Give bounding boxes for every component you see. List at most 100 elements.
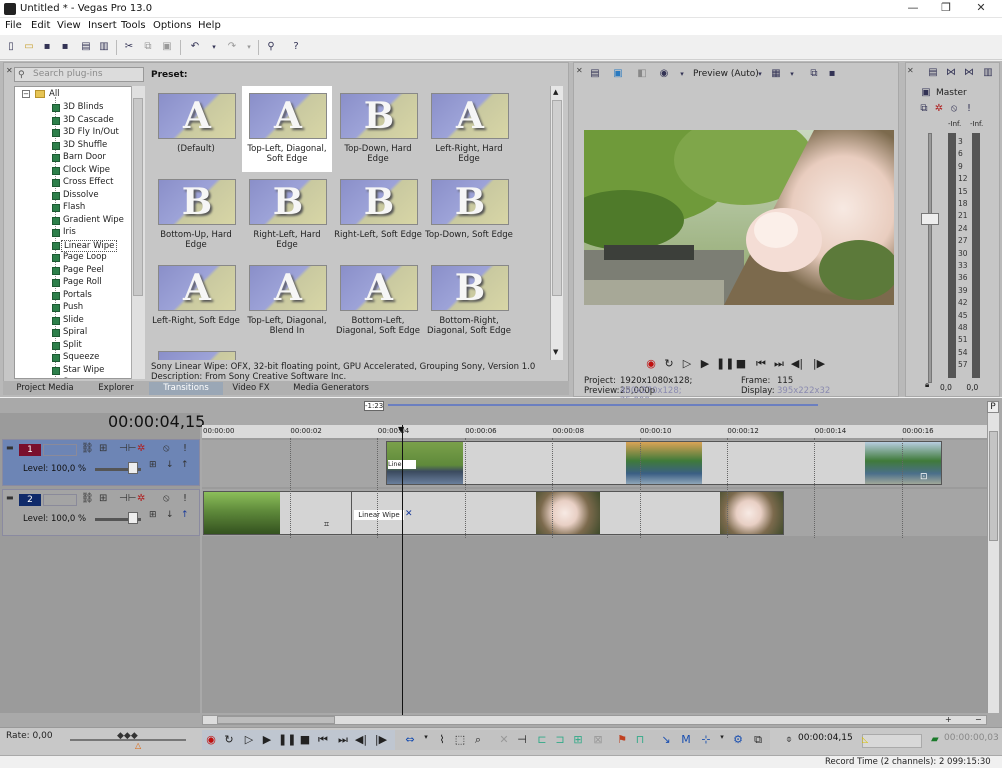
menu-options[interactable]: Options xyxy=(153,20,192,31)
tree-item[interactable]: Slide xyxy=(63,315,84,325)
lock-icon[interactable]: ⊠ xyxy=(591,733,605,746)
compositing-mode-icon[interactable]: ⊞ xyxy=(149,460,157,470)
collapse-track-icon[interactable]: ▬ xyxy=(6,443,14,452)
preset-tile[interactable]: A Top-Left, Diagonal, Soft Edge xyxy=(242,86,332,172)
parent-up-icon[interactable]: ↑ xyxy=(181,510,189,520)
quality-dropdown-icon[interactable]: ▾ xyxy=(675,67,689,81)
playhead-cursor[interactable] xyxy=(402,425,403,715)
undo-icon[interactable]: ↶ xyxy=(188,40,202,54)
track-name-field[interactable] xyxy=(43,494,77,506)
tree-item[interactable]: Flash xyxy=(63,202,85,212)
go-to-start-icon[interactable]: ⏮ xyxy=(316,733,330,747)
mute-icon[interactable]: ⦸ xyxy=(163,493,170,504)
preset-tile[interactable]: A Left-Right, Hard Edge xyxy=(424,86,514,172)
transition-label[interactable]: Linear Wipe xyxy=(354,510,404,520)
ripple-dropdown-icon[interactable]: ▾ xyxy=(715,733,729,741)
level-slider-knob[interactable] xyxy=(128,462,138,474)
zoom-out-icon[interactable]: − xyxy=(975,715,982,724)
undo-dropdown-icon[interactable]: ▾ xyxy=(207,40,221,54)
copy-icon[interactable]: ⧉ xyxy=(141,40,155,54)
ignore-grouping-icon[interactable]: ⧉ xyxy=(751,733,765,747)
tree-item[interactable]: Barn Door xyxy=(63,152,106,162)
overlays-dropdown-icon[interactable]: ▾ xyxy=(785,67,799,81)
play-icon[interactable]: ▶ xyxy=(698,357,712,370)
go-to-end-icon[interactable]: ⏭ xyxy=(772,357,786,371)
play-icon[interactable]: ▶ xyxy=(260,733,274,746)
tree-item[interactable]: Iris xyxy=(63,227,76,237)
play-from-start-icon[interactable]: ▷ xyxy=(242,733,256,746)
dim-output-icon[interactable]: ⋈ xyxy=(962,66,976,80)
previous-frame-icon[interactable]: ◀| xyxy=(790,357,804,370)
preset-tile[interactable]: B Top-Down, Soft Edge xyxy=(424,172,514,258)
solo-icon[interactable]: ! xyxy=(183,493,187,504)
normal-edit-tool-icon[interactable]: ⇔ xyxy=(403,733,417,746)
tab-media-generators[interactable]: Media Generators xyxy=(279,382,383,395)
track-fx-icon[interactable]: ✲ xyxy=(137,493,145,504)
master-solo-icon[interactable]: ! xyxy=(962,102,976,116)
preset-scroll-thumb[interactable] xyxy=(552,100,562,296)
envelope-tool-icon[interactable]: ⌇ xyxy=(435,733,449,746)
close-preview-icon[interactable]: ✕ xyxy=(576,66,583,75)
preset-tile[interactable]: B Bottom-Right, Diagonal, Soft Edge xyxy=(424,258,514,344)
edit-tool-dropdown-icon[interactable]: ▾ xyxy=(419,733,433,741)
transition-icon[interactable]: ✕ xyxy=(405,509,413,519)
next-frame-icon[interactable]: |▶ xyxy=(374,733,388,746)
plugin-tree[interactable]: − All 3D Blinds 3D Cascade 3D Fly In/Out 3D… xyxy=(14,86,145,379)
hscroll-thumb[interactable] xyxy=(217,716,335,724)
meter-options-icon[interactable]: ▥ xyxy=(981,66,995,80)
compositing-mode-icon[interactable]: ⊞ xyxy=(149,510,157,520)
preset-tile[interactable]: B Bottom-Up, Hard Edge xyxy=(151,172,241,258)
tree-item[interactable]: Spiral xyxy=(63,327,87,337)
lock-envelopes-icon[interactable]: ⊹ xyxy=(699,733,713,746)
selection-tool-icon[interactable]: ⬚ xyxy=(453,733,467,746)
insert-region-icon[interactable]: ⊓ xyxy=(633,733,647,746)
copy-snapshot-icon[interactable]: ⧉ xyxy=(807,67,821,81)
track-header-1[interactable]: ▬ 1 ⛓ ⊞ ⊣⊢ ✲ ⦸ ! Level: 100,0 % ⊞ ↓ ↑ xyxy=(2,439,200,486)
parent-down-icon[interactable]: ↓ xyxy=(166,460,174,470)
play-from-start-icon[interactable]: ▷ xyxy=(680,357,694,370)
preset-tile[interactable]: B Top-Down, Hard Edge xyxy=(333,86,423,172)
tab-project-media[interactable]: Project Media xyxy=(5,382,85,395)
tree-item[interactable]: 3D Shuffle xyxy=(63,140,107,150)
selection-start-field[interactable]: ◺ xyxy=(862,734,922,748)
tab-explorer[interactable]: Explorer xyxy=(85,382,147,395)
external-monitor-icon[interactable]: ▣ xyxy=(611,67,625,81)
compositing-icon[interactable]: ⊞ xyxy=(99,493,107,504)
fader-lock-icon[interactable]: 🔒︎ xyxy=(925,380,929,390)
crop-icon[interactable]: ⌗ xyxy=(324,520,329,530)
tree-item[interactable]: Page Loop xyxy=(63,252,107,262)
timeline-vertical-scrollbar[interactable] xyxy=(987,413,999,713)
tree-item[interactable]: 3D Fly In/Out xyxy=(63,127,119,137)
scroll-down-icon[interactable]: ▼ xyxy=(553,348,558,356)
level-slider-knob[interactable] xyxy=(128,512,138,524)
search-input[interactable]: ⚲ Search plug-ins xyxy=(14,67,144,82)
tab-video-fx[interactable]: Video FX xyxy=(225,382,277,395)
insert-marker-icon[interactable]: ⚑ xyxy=(615,733,629,746)
loop-icon[interactable]: ↻ xyxy=(662,357,676,370)
preset-tile[interactable]: A Left-Right, Soft Edge xyxy=(151,258,241,344)
save-as-icon[interactable]: ▪ xyxy=(58,40,72,54)
preset-tile[interactable]: A Bottom-Left, Diagonal, Soft Edge xyxy=(333,258,423,344)
video-event-track1[interactable]: Line ⊡ xyxy=(386,441,942,485)
solo-icon[interactable]: ! xyxy=(183,443,187,454)
tree-item[interactable]: Linear Wipe xyxy=(61,239,118,252)
new-icon[interactable]: ▯ xyxy=(4,40,18,54)
master-fx-icon[interactable]: ✲ xyxy=(932,102,946,116)
mode-icon[interactable]: ⊣⊢ xyxy=(119,443,136,454)
menu-help[interactable]: Help xyxy=(198,20,221,31)
stop-icon[interactable]: ■ xyxy=(298,733,312,746)
master-mute-icon[interactable]: ⦸ xyxy=(947,102,961,116)
compositing-icon[interactable]: ⊞ xyxy=(99,443,107,454)
tree-item[interactable]: 3D Cascade xyxy=(63,115,114,125)
master-routing-icon[interactable]: ⧉ xyxy=(917,102,931,116)
overlays-icon[interactable]: ▦ xyxy=(769,67,783,81)
go-to-start-icon[interactable]: ⏮ xyxy=(754,357,768,371)
menu-insert[interactable]: Insert xyxy=(88,20,117,31)
preset-tile[interactable]: B Right-Left, Hard Edge xyxy=(242,172,332,258)
tree-item[interactable]: Portals xyxy=(63,290,92,300)
video-event-track2-b[interactable]: Linear Wipe ✕ xyxy=(351,491,784,535)
properties-icon[interactable]: ▥ xyxy=(97,40,111,54)
menu-view[interactable]: View xyxy=(57,20,81,31)
redo-dropdown-icon[interactable]: ▾ xyxy=(242,40,256,54)
snapping-icon[interactable]: M xyxy=(679,733,693,746)
